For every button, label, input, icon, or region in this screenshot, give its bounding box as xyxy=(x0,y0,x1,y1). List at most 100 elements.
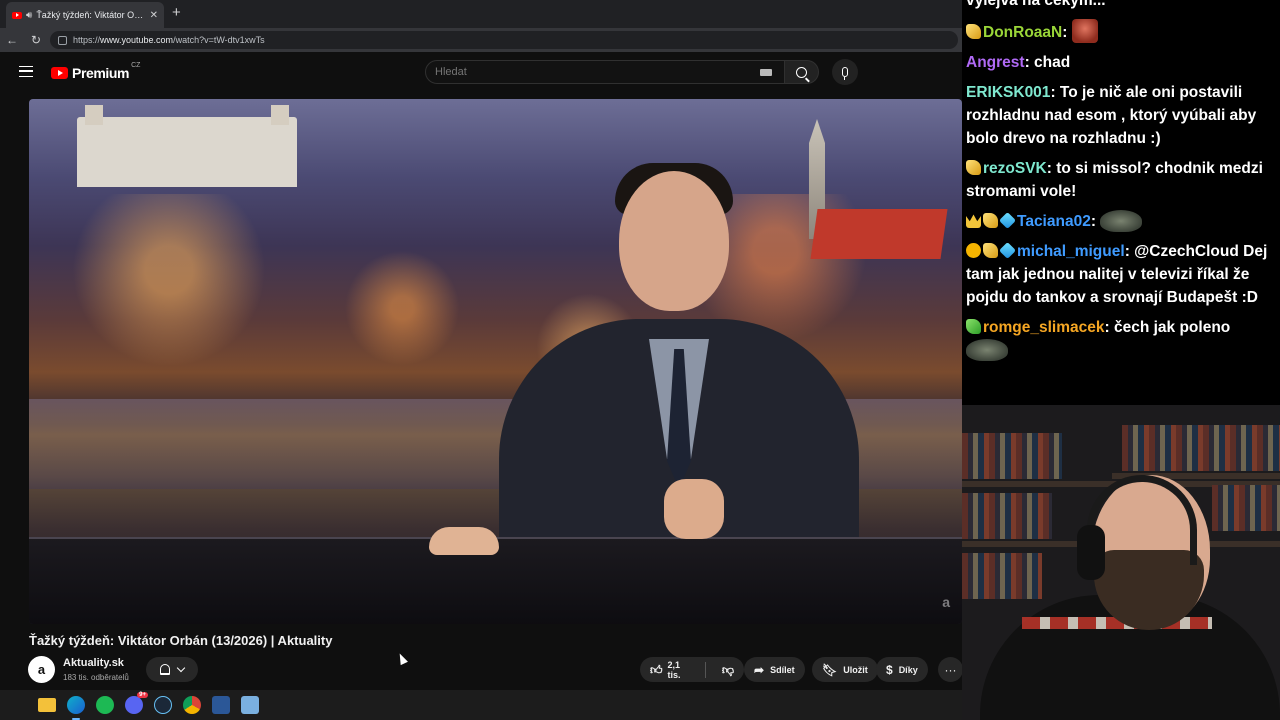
close-tab-icon[interactable]: ✕ xyxy=(150,10,158,21)
presenter-hand xyxy=(429,527,499,555)
gold-badge-icon xyxy=(966,160,981,175)
chat-username[interactable]: DonRoaaN xyxy=(983,24,1062,41)
save-button[interactable]: 🔖︎ Uložit xyxy=(812,657,878,682)
chat-message: Angrest: chad xyxy=(966,54,1071,71)
search-button[interactable] xyxy=(785,60,819,84)
cube-badge-icon xyxy=(999,212,1016,229)
notification-bell-button[interactable] xyxy=(146,657,198,682)
bookshelf-books xyxy=(1212,485,1280,531)
voice-search-button[interactable] xyxy=(832,59,858,85)
chat-message-text: čech jak poleno xyxy=(1113,319,1231,336)
audio-playing-icon[interactable]: 🔊︎ xyxy=(26,10,32,21)
chat-message: Taciana02: xyxy=(966,210,1274,233)
chat-username[interactable]: romge_slimacek xyxy=(983,319,1105,336)
address-bar-row: ← ↻ https://www.youtube.com/watch?v=tW-d… xyxy=(0,28,962,52)
crown-badge-icon xyxy=(966,214,981,228)
url-host: www.youtube.com xyxy=(100,35,174,45)
new-tab-button[interactable]: + xyxy=(172,4,181,22)
like-divider xyxy=(704,661,706,678)
browser-tab[interactable]: 🔊︎ Ťažký týždeň: Viktátor Orbán | ✕ xyxy=(6,2,164,28)
menu-icon[interactable] xyxy=(19,66,33,77)
spotify-icon[interactable] xyxy=(96,696,114,714)
windows-start-icon[interactable] xyxy=(11,697,27,713)
like-button[interactable]: 👍︎ 2,1 tis. xyxy=(640,657,699,682)
logo-text: Premium xyxy=(72,65,130,81)
super-thanks-icon: $ xyxy=(886,662,893,677)
chat-message: DonRoaaN: xyxy=(966,19,1274,44)
angry-face-emote-icon xyxy=(1071,19,1098,43)
tab-title: Ťažký týždeň: Viktátor Orbán | xyxy=(36,10,146,20)
save-label: Uložit xyxy=(843,664,868,675)
thanks-button[interactable]: $ Díky xyxy=(876,657,928,682)
more-actions-button[interactable]: ··· xyxy=(938,657,963,682)
chrome-icon[interactable] xyxy=(183,696,201,714)
mouse-cursor xyxy=(396,651,408,666)
bookshelf-books xyxy=(962,433,1062,479)
green-badge-icon xyxy=(966,319,981,334)
share-button[interactable]: ➦ Sdílet xyxy=(744,657,805,682)
share-arrow-icon: ➦ xyxy=(754,662,765,677)
chat-message: vylejva na cekym... xyxy=(966,0,1274,12)
channel-name[interactable]: Aktuality.sk xyxy=(63,657,124,669)
notepad-icon[interactable] xyxy=(241,696,259,714)
url-field[interactable]: https://www.youtube.com/watch?v=tW-dtv1x… xyxy=(50,31,958,49)
edge-browser-icon[interactable] xyxy=(67,696,85,720)
file-explorer-icon[interactable] xyxy=(38,698,56,712)
windows-taskbar: 9+ xyxy=(0,690,962,720)
chat-username[interactable]: michal_miguel xyxy=(1017,243,1125,260)
chat-username[interactable]: ERIKSK001 xyxy=(966,84,1050,101)
chat-message: romge_slimacek: čech jak poleno xyxy=(966,316,1274,362)
bookmark-icon: 🔖︎ xyxy=(822,662,838,677)
chat-username[interactable]: rezoSVK xyxy=(983,160,1047,177)
reload-icon[interactable]: ↻ xyxy=(24,33,48,47)
dislike-button[interactable]: 👎︎ xyxy=(712,657,744,682)
youtube-favicon-icon xyxy=(12,11,22,19)
like-count: 2,1 tis. xyxy=(667,659,681,680)
stream-chat: vylejva na cekym... DonRoaaN: Angrest: c… xyxy=(962,0,1280,405)
presenter-head xyxy=(619,171,729,311)
gold-badge-icon xyxy=(983,243,998,258)
chat-message-text: vylejva na cekym... xyxy=(966,0,1106,9)
thanks-label: Díky xyxy=(898,664,918,675)
bookshelf-books xyxy=(962,493,1052,539)
video-title: Ťažký týždeň: Viktátor Orbán (13/2026) |… xyxy=(29,633,333,648)
cube-badge-icon xyxy=(999,242,1016,259)
chat-message: rezoSVK: to si missol? chodnik medzi str… xyxy=(966,160,1263,200)
channel-avatar[interactable]: a xyxy=(28,656,55,683)
url-path: /watch?v=tW-dtv1xwTs xyxy=(173,35,265,45)
chat-username[interactable]: Angrest xyxy=(966,54,1025,71)
back-arrow-icon[interactable]: ← xyxy=(0,33,24,47)
url-scheme: https:// xyxy=(73,35,101,45)
youtube-logo[interactable]: Premium CZ xyxy=(51,61,142,81)
gold-badge-icon xyxy=(966,24,981,39)
channel-watermark: a xyxy=(942,594,950,610)
headphone-earcup xyxy=(1077,525,1105,580)
thumbs-up-icon: 👍︎ xyxy=(650,662,663,677)
bell-icon xyxy=(160,664,170,675)
frog-emote-icon xyxy=(966,339,1008,361)
logo-country-code: CZ xyxy=(131,61,141,69)
bookshelf-books xyxy=(1122,425,1280,471)
search-box xyxy=(425,60,785,84)
search-icon xyxy=(796,66,807,78)
search-input[interactable] xyxy=(435,66,735,78)
word-icon[interactable] xyxy=(212,696,230,714)
chat-username[interactable]: Taciana02 xyxy=(1017,213,1091,230)
share-label: Sdílet xyxy=(770,664,795,675)
thumbs-down-icon: 👎︎ xyxy=(721,662,734,677)
discord-icon[interactable]: 9+ xyxy=(125,692,148,714)
chat-message-text: chad xyxy=(1034,54,1071,71)
discord-notification-badge: 9+ xyxy=(137,692,148,698)
youtube-logo-icon xyxy=(51,67,68,79)
frog-emote-icon xyxy=(1100,210,1143,232)
microphone-icon xyxy=(842,67,848,80)
steam-icon[interactable] xyxy=(154,696,172,714)
keyboard-icon[interactable] xyxy=(760,69,772,76)
browser-tab-strip: 🔊︎ Ťažký týždeň: Viktátor Orbán | ✕ + xyxy=(0,0,962,28)
chat-message: michal_miguel: @CzechCloud Dej tam jak j… xyxy=(966,242,1268,306)
gold-badge-icon xyxy=(983,213,998,228)
streamer-webcam xyxy=(962,405,1280,720)
video-player[interactable]: a xyxy=(29,99,962,624)
youtube-header: Premium CZ xyxy=(0,52,962,92)
site-info-icon[interactable] xyxy=(58,35,67,45)
